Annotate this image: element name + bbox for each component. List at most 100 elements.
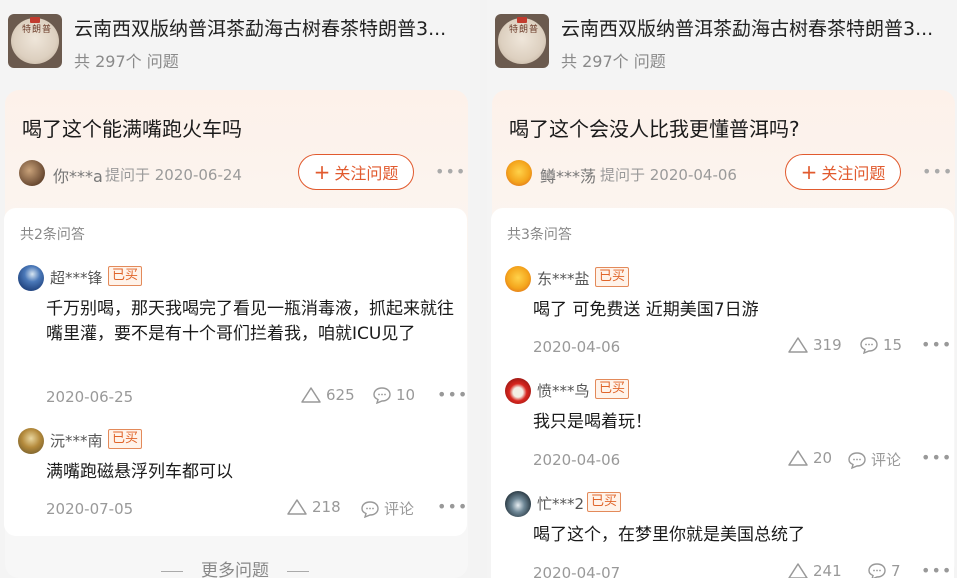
- follow-question-button[interactable]: + 关注问题: [298, 154, 414, 190]
- avatar: [19, 160, 45, 186]
- like-count: 319: [813, 336, 842, 354]
- like-button[interactable]: 20: [787, 449, 832, 467]
- product-title: 云南西双版纳普洱茶勐海古树春茶特朗普3...: [74, 18, 447, 40]
- like-icon: [788, 563, 808, 578]
- comment-count: 7: [891, 562, 901, 578]
- answer-meta: 2020-07-05 218 评论 •••: [46, 497, 467, 520]
- comment-icon: [373, 387, 391, 404]
- like-count: 218: [312, 498, 341, 516]
- like-icon: [301, 387, 321, 403]
- more-icon[interactable]: •••: [437, 385, 468, 404]
- more-icon[interactable]: •••: [435, 162, 466, 181]
- more-icon[interactable]: •••: [921, 561, 952, 578]
- avatar: [505, 378, 531, 404]
- answer-meta: 2020-06-25 625 10 •••: [46, 385, 467, 408]
- more-icon[interactable]: •••: [921, 335, 952, 354]
- answer-meta: 2020-04-06 319 15 •••: [533, 335, 951, 358]
- answerer-name: 东***盐: [537, 270, 590, 288]
- answers-list: 共2条问答 超***锋 已买 千万别喝，那天我喝完了看见一瓶消毒液，抓起来就往嘴…: [4, 208, 467, 536]
- avatar: [18, 265, 44, 291]
- answerer-name: 沅***南: [50, 432, 103, 450]
- product-header[interactable]: 特朗普 云南西双版纳普洱茶勐海古树春茶特朗普3... 共 297个 问题: [495, 14, 949, 71]
- like-icon: [788, 450, 808, 466]
- plus-icon: +: [800, 160, 818, 184]
- answer-text: 喝了这个，在梦里你就是美国总统了: [533, 525, 805, 545]
- question-title: 喝了这个能满嘴跑火车吗: [22, 117, 242, 141]
- answer-text: 满嘴跑磁悬浮列车都可以: [46, 462, 233, 482]
- answers-count: 共3条问答: [507, 227, 572, 243]
- like-count: 625: [326, 386, 355, 404]
- like-button[interactable]: 319: [787, 336, 842, 354]
- bought-badge: 已买: [108, 266, 143, 286]
- bought-badge: 已买: [587, 492, 622, 512]
- avatar: [505, 491, 531, 517]
- like-button[interactable]: 241: [787, 562, 842, 578]
- answer-meta: 2020-04-07 241 7 •••: [533, 561, 951, 578]
- like-count: 241: [813, 562, 842, 578]
- answer-text: 千万别喝，那天我喝完了看见一瓶消毒液，抓起来就往嘴里灌，要不是有十个哥们拦着我，…: [46, 299, 454, 344]
- answers-list: 共3条问答 东***盐 已买 喝了 可免费送 近期美国7日游 2020-04-0…: [491, 208, 954, 578]
- answer-date: 2020-04-07: [533, 564, 621, 578]
- comment-button[interactable]: 7: [867, 562, 901, 578]
- answerer-name: 超***锋: [50, 269, 103, 287]
- comment-label: 评论: [384, 500, 415, 518]
- comment-icon: [868, 563, 886, 578]
- like-count: 20: [813, 449, 833, 467]
- question-count: 共 297个 问题: [74, 52, 179, 71]
- bought-badge: 已买: [595, 267, 630, 287]
- comment-count: 10: [396, 386, 416, 404]
- like-icon: [788, 337, 808, 353]
- comment-button[interactable]: 评论: [360, 498, 414, 519]
- more-questions-link[interactable]: 更多问题: [0, 556, 470, 578]
- comment-icon: [361, 500, 379, 518]
- answer-meta: 2020-04-06 20 评论 •••: [533, 448, 951, 471]
- comment-label: 评论: [871, 451, 902, 469]
- asker-name: 鳟***荡: [540, 167, 597, 186]
- divider: [287, 570, 309, 572]
- avatar: [505, 266, 531, 292]
- follow-label: 关注问题: [334, 164, 399, 183]
- question-title: 喝了这个会没人比我更懂普洱吗?: [509, 117, 800, 141]
- comment-button[interactable]: 10: [372, 386, 415, 404]
- more-icon[interactable]: •••: [437, 497, 468, 516]
- asker-row: 你***a 提问于 2020-06-24 + 关注问题 •••: [19, 154, 465, 190]
- product-thumbnail: 特朗普: [8, 14, 62, 68]
- follow-question-button[interactable]: + 关注问题: [785, 154, 901, 190]
- follow-label: 关注问题: [821, 164, 886, 183]
- comment-button[interactable]: 评论: [847, 449, 901, 470]
- more-icon[interactable]: •••: [922, 162, 953, 181]
- avatar: [506, 160, 532, 186]
- bought-badge: 已买: [108, 429, 143, 449]
- answer-date: 2020-04-06: [533, 451, 621, 469]
- asked-date: 提问于 2020-06-24: [105, 166, 242, 184]
- qa-panel-left: 特朗普 云南西双版纳普洱茶勐海古树春茶特朗普3... 共 297个 问题 喝了这…: [0, 0, 470, 578]
- product-header[interactable]: 特朗普 云南西双版纳普洱茶勐海古树春茶特朗普3... 共 297个 问题: [8, 14, 462, 71]
- answer-text: 我只是喝着玩！: [533, 412, 652, 432]
- answer-date: 2020-06-25: [46, 388, 134, 406]
- answerer-name: 忙***2: [537, 495, 585, 513]
- more-questions-label: 更多问题: [201, 561, 269, 578]
- comment-icon: [848, 451, 866, 469]
- like-button[interactable]: 625: [300, 386, 355, 404]
- plus-icon: +: [313, 160, 331, 184]
- product-thumbnail: 特朗普: [495, 14, 549, 68]
- like-icon: [287, 499, 307, 515]
- answer-text: 喝了 可免费送 近期美国7日游: [533, 300, 759, 320]
- answer-date: 2020-04-06: [533, 338, 621, 356]
- question-count: 共 297个 问题: [561, 52, 666, 71]
- asked-date: 提问于 2020-04-06: [600, 166, 737, 184]
- asker-row: 鳟***荡 提问于 2020-04-06 + 关注问题 •••: [506, 154, 952, 190]
- comment-count: 15: [883, 336, 903, 354]
- divider: [161, 570, 183, 572]
- comment-button[interactable]: 15: [859, 336, 902, 354]
- avatar: [18, 428, 44, 454]
- product-title: 云南西双版纳普洱茶勐海古树春茶特朗普3...: [561, 18, 934, 40]
- more-icon[interactable]: •••: [921, 448, 952, 467]
- like-button[interactable]: 218: [286, 498, 341, 516]
- comment-icon: [860, 337, 878, 354]
- answer-date: 2020-07-05: [46, 500, 134, 518]
- answerer-name: 愤***鸟: [537, 382, 590, 400]
- answers-count: 共2条问答: [20, 227, 85, 243]
- bought-badge: 已买: [595, 379, 630, 399]
- asker-name: 你***a: [53, 167, 103, 186]
